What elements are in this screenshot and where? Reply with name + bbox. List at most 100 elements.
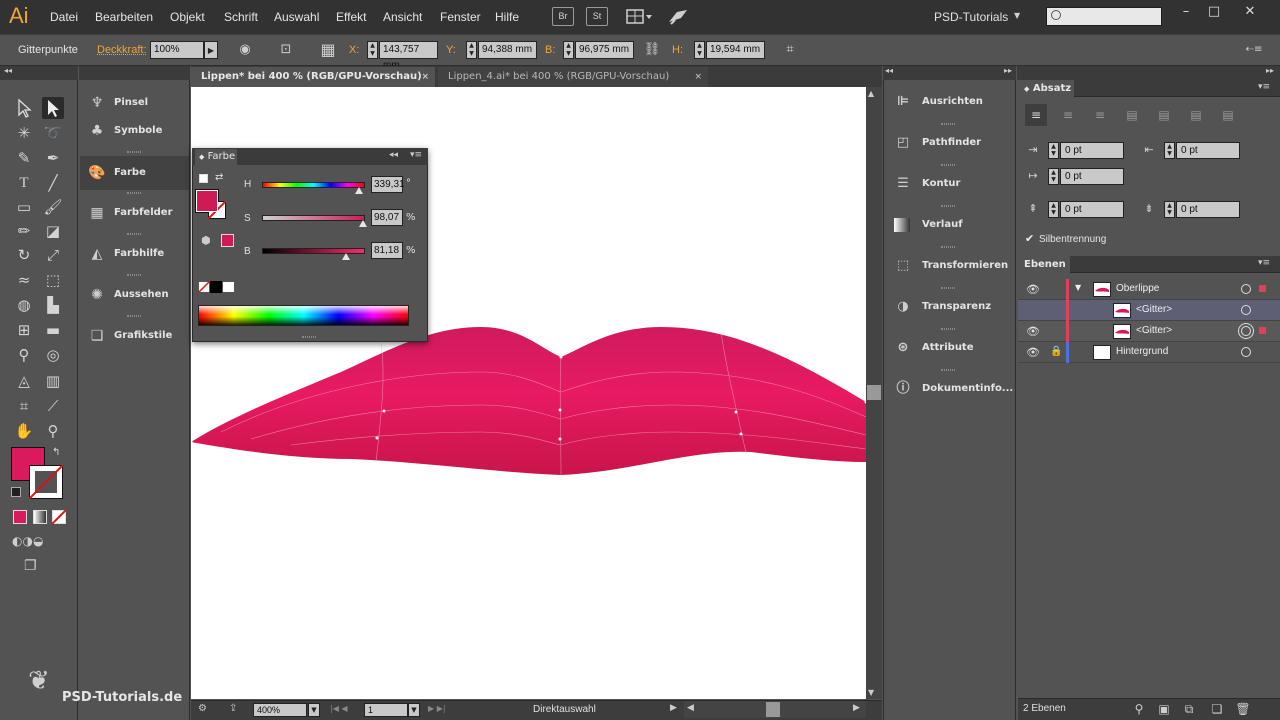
transform-icon[interactable]: ⌗	[780, 41, 800, 59]
menu-hilfe[interactable]: Hilfe	[495, 10, 519, 24]
dock-transformieren[interactable]: ⬚ Transformieren	[884, 247, 1015, 285]
menu-bearbeiten[interactable]: Bearbeiten	[95, 10, 153, 24]
space-after-field[interactable]: 0 pt	[1176, 201, 1240, 218]
rectangle-tool[interactable]: ▭	[13, 196, 35, 218]
gpu-performance-icon[interactable]	[667, 8, 689, 26]
visibility-eye-icon[interactable]: 👁	[1026, 325, 1040, 338]
layers-panel-tab[interactable]: Ebenen	[1018, 256, 1070, 273]
reference-point-icon[interactable]: ⊡	[276, 41, 296, 59]
hue-slider-thumb[interactable]	[355, 187, 364, 194]
panel-menu-icon[interactable]: ▾≡	[1258, 258, 1270, 268]
delete-layer-icon[interactable]: 🗑	[1235, 701, 1251, 717]
height-stepper[interactable]: ▲ ▼	[694, 41, 705, 59]
white-swatch[interactable]	[222, 281, 235, 293]
selection-tool[interactable]	[13, 97, 35, 119]
panel-grip[interactable]	[127, 151, 141, 153]
saturation-slider-thumb[interactable]	[359, 220, 367, 227]
artboard-number-field[interactable]: 1	[364, 703, 408, 717]
saturation-field[interactable]: 98,07	[371, 209, 403, 226]
zoom-field[interactable]: 400%	[253, 703, 307, 717]
dock-ausrichten[interactable]: ⊫ Ausrichten	[884, 83, 1015, 121]
swap-colors-icon[interactable]: ↰	[52, 447, 60, 458]
close-tab-icon[interactable]: ×	[421, 67, 429, 87]
default-fill-stroke-icon[interactable]	[199, 174, 208, 183]
search-input[interactable]	[1046, 7, 1162, 26]
transform-grid-icon[interactable]: ▦	[318, 41, 338, 59]
scroll-up-icon[interactable]: ▲	[868, 89, 874, 98]
perspective-grid-tool[interactable]: ▙	[42, 294, 64, 316]
line-tool[interactable]: ╱	[42, 172, 64, 194]
paragraph-panel-tab[interactable]: ◆ Absatz	[1018, 80, 1074, 97]
color-panel-fill-front[interactable]	[196, 190, 218, 212]
free-transform-tool[interactable]: ⬚	[42, 269, 64, 291]
brightness-slider-thumb[interactable]	[341, 253, 350, 260]
mesh-tool[interactable]: ⊞	[13, 319, 35, 341]
scroll-right-icon[interactable]: ▶	[853, 703, 860, 713]
chevron-down-icon[interactable]: ▼	[1014, 11, 1020, 20]
upper-lip-shape[interactable]	[191, 327, 866, 475]
menu-auswahl[interactable]: Auswahl	[274, 10, 319, 24]
panel-menu-icon[interactable]: ▾≡	[410, 150, 422, 160]
minimize-button[interactable]: –	[1176, 4, 1196, 20]
menu-effekt[interactable]: Effekt	[336, 10, 366, 24]
artboard-icon[interactable]: ⚙	[198, 703, 218, 717]
hand-tool[interactable]: ✋	[13, 420, 35, 442]
visibility-eye-icon[interactable]: 👁	[1026, 346, 1040, 359]
justify-last-right-button[interactable]: ▤	[1185, 104, 1207, 126]
dock-verlauf[interactable]: Verlauf	[884, 206, 1015, 244]
screen-mode-icon[interactable]: ❐	[24, 558, 50, 576]
target-icon[interactable]	[1241, 305, 1251, 315]
target-icon[interactable]	[1241, 347, 1251, 357]
x-stepper[interactable]: ▲ ▼	[367, 41, 378, 59]
blend-tool[interactable]: ◎	[42, 344, 64, 366]
shape-builder-tool[interactable]: ◍	[13, 294, 35, 316]
expand-toggle-icon[interactable]: ▼	[1075, 283, 1081, 292]
artboard-tool[interactable]: ⌗	[13, 395, 35, 417]
height-label[interactable]: H:	[672, 44, 683, 56]
align-center-button[interactable]: ≡	[1057, 104, 1079, 126]
selection-indicator[interactable]	[1259, 327, 1266, 334]
swap-fill-stroke-icon[interactable]: ⇄	[215, 172, 223, 183]
curvature-tool[interactable]: ✒	[42, 147, 64, 169]
right-indent-field[interactable]: 0 pt	[1176, 142, 1240, 159]
direct-selection-tool[interactable]	[42, 97, 64, 119]
hyphenation-checkbox[interactable]: ✔	[1025, 232, 1034, 245]
align-right-button[interactable]: ≡	[1089, 104, 1111, 126]
color-panel-tab[interactable]: ◆ Farbe	[195, 149, 237, 165]
default-colors-icon[interactable]	[11, 487, 21, 497]
dock-aussehen[interactable]: ✺ Aussehen	[80, 278, 189, 312]
rotate-tool[interactable]: ↻	[13, 244, 35, 266]
artboard-dropdown[interactable]: ▼	[408, 703, 420, 717]
panel-grip[interactable]	[127, 233, 141, 235]
y-field[interactable]: 94,388 mm	[478, 41, 537, 59]
panel-grip[interactable]	[127, 315, 141, 317]
right-indent-stepper[interactable]: ▲ ▼	[1164, 142, 1175, 159]
x-field[interactable]: 143,757 mm	[379, 41, 438, 71]
type-tool[interactable]: T	[13, 172, 35, 194]
justify-all-button[interactable]: ▤	[1217, 104, 1239, 126]
panel-resize-grip[interactable]	[302, 336, 316, 338]
close-tab-icon[interactable]: ×	[694, 67, 702, 87]
eyedropper-tool[interactable]: ⚲	[13, 344, 35, 366]
recolor-icon[interactable]: ◉	[235, 41, 255, 59]
tab-lippen[interactable]: Lippen* bei 400 % (RGB/GPU-Vorschau) ×	[191, 67, 435, 87]
target-icon[interactable]	[1241, 284, 1251, 294]
scroll-down-icon[interactable]: ▼	[868, 688, 874, 697]
arrange-documents-icon[interactable]	[626, 8, 654, 26]
dock-farbfelder[interactable]: ▦ Farbfelder	[80, 196, 189, 230]
paintbrush-tool[interactable]: 🖌	[42, 196, 64, 218]
dock-grafikstile[interactable]: ❏ Grafikstile	[80, 319, 189, 353]
target-icon[interactable]	[1241, 326, 1251, 336]
next-artboard-icon[interactable]: ▶ ▶|	[428, 704, 446, 713]
menu-schrift[interactable]: Schrift	[224, 10, 258, 24]
height-field[interactable]: 19,594 mm	[706, 41, 765, 59]
workspace-switcher[interactable]: PSD-Tutorials	[934, 10, 1008, 24]
align-left-button[interactable]: ≡	[1025, 104, 1047, 126]
dock-attribute[interactable]: ⊛ Attribute	[884, 329, 1015, 367]
link-proportions-icon[interactable]: ⛓	[642, 41, 662, 59]
space-before-stepper[interactable]: ▲ ▼	[1048, 201, 1059, 218]
stock-button[interactable]: St	[586, 7, 608, 26]
clipping-mask-icon[interactable]: ▣	[1156, 701, 1172, 717]
collapse-panel-icon[interactable]: ◂◂	[389, 150, 398, 160]
y-stepper[interactable]: ▲ ▼	[466, 41, 477, 59]
